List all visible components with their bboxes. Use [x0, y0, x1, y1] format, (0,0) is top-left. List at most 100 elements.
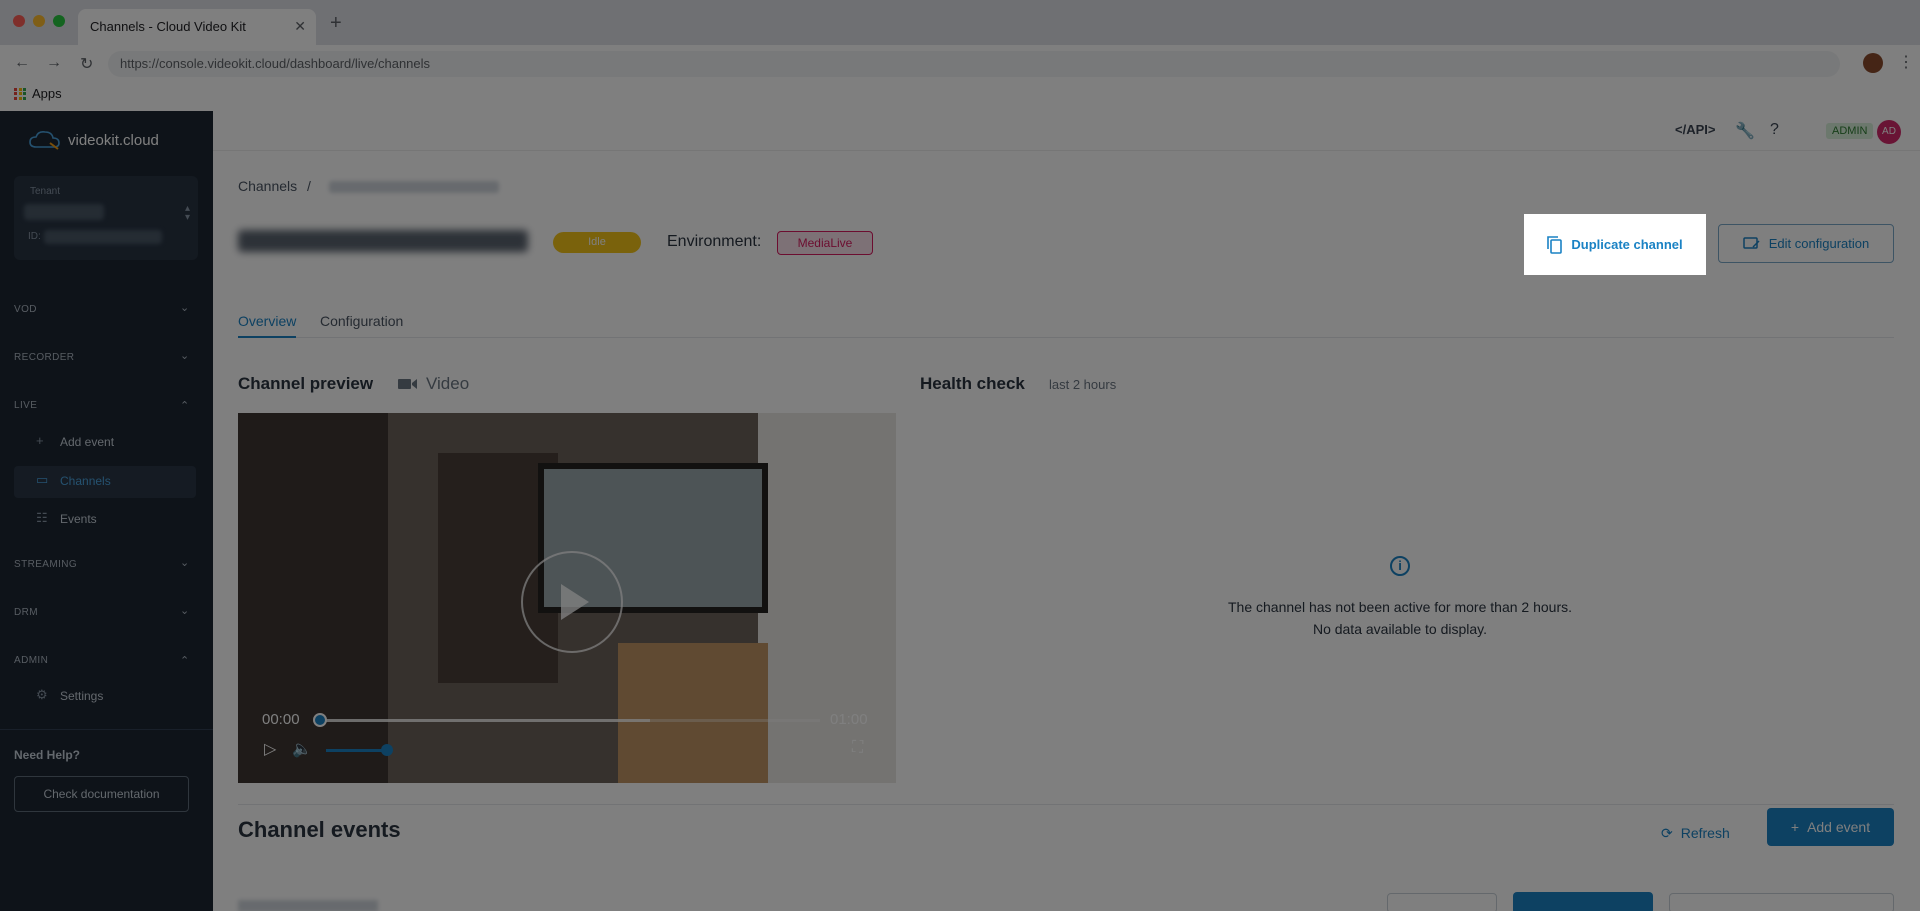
sidebar-item-channels[interactable]: ▭ Channels	[14, 466, 196, 498]
wrench-icon[interactable]: 🔧	[1735, 121, 1755, 141]
edit-configuration-button[interactable]: Edit configuration	[1718, 224, 1894, 263]
tenant-value-redacted	[24, 204, 104, 220]
active-tab-indicator	[238, 336, 296, 338]
chevron-down-icon[interactable]: ⌄	[180, 604, 189, 617]
video-frame	[238, 413, 388, 783]
play-icon[interactable]: ▷	[264, 739, 276, 759]
chevron-up-icon[interactable]: ⌃	[180, 399, 189, 412]
play-icon	[561, 584, 589, 620]
screen: Channels - Cloud Video Kit ✕ + ← → ↻ htt…	[0, 0, 1920, 911]
chevron-down-icon[interactable]: ⌄	[180, 349, 189, 362]
nav-section-recorder[interactable]: RECORDER	[14, 352, 74, 363]
close-window-button[interactable]	[13, 15, 25, 27]
total-time: 01:00	[830, 711, 868, 728]
edit-configuration-label: Edit configuration	[1768, 236, 1870, 251]
sidebar-divider	[0, 729, 213, 730]
plus-icon: +	[36, 433, 44, 448]
back-icon[interactable]: ←	[14, 54, 30, 72]
channel-events-title: Channel events	[238, 817, 401, 842]
nav-section-admin[interactable]: ADMIN	[14, 655, 48, 666]
nav-section-drm[interactable]: DRM	[14, 607, 38, 618]
api-link[interactable]: </API>	[1675, 122, 1715, 137]
bookmark-apps[interactable]: Apps	[14, 86, 62, 101]
sidebar-item-label: Events	[60, 512, 97, 526]
sidebar-item-events[interactable]: ☷ Events	[14, 504, 196, 536]
duplicate-channel-button[interactable]: Duplicate channel	[1524, 214, 1706, 275]
mute-icon[interactable]: 🔈	[292, 739, 312, 759]
sidebar-item-add-event[interactable]: + Add event	[14, 427, 196, 459]
tenant-id-redacted	[44, 230, 162, 244]
tenant-label: Tenant	[30, 186, 61, 197]
monitor-icon: ▭	[36, 472, 49, 487]
browser-tab[interactable]: Channels - Cloud Video Kit ✕	[78, 9, 316, 45]
section-divider	[238, 804, 1894, 805]
sidebar-item-settings[interactable]: ⚙ Settings	[14, 681, 196, 713]
help-title: Need Help?	[14, 748, 81, 762]
events-summary-redacted	[238, 900, 378, 911]
video-frame	[758, 413, 896, 783]
cloud-logo-icon	[29, 131, 60, 150]
chevron-down-icon[interactable]: ⌄	[180, 301, 189, 314]
check-documentation-button[interactable]: Check documentation	[14, 776, 189, 812]
seek-buffer	[320, 719, 650, 722]
video-frame	[618, 643, 768, 783]
address-bar[interactable]: https://console.videokit.cloud/dashboard…	[108, 51, 1840, 77]
breadcrumb: Channels /	[238, 178, 499, 194]
logo[interactable]: videokit.cloud	[28, 129, 159, 151]
copy-icon	[1547, 235, 1563, 254]
environment-label: Environment:	[667, 233, 762, 250]
breadcrumb-separator: /	[307, 178, 311, 194]
minimize-window-button[interactable]	[33, 15, 45, 27]
sidebar-item-label: Channels	[60, 474, 111, 488]
tenant-selector[interactable]: Tenant ID: ▴ ▾	[14, 176, 198, 260]
tenant-id-label: ID:	[28, 231, 41, 242]
events-action-button[interactable]	[1513, 892, 1653, 911]
seek-handle[interactable]	[313, 713, 327, 727]
breadcrumb-current-redacted	[328, 181, 499, 194]
video-camera-icon	[398, 379, 417, 389]
tab-overview[interactable]: Overview	[238, 313, 296, 329]
bookmark-apps-label: Apps	[32, 86, 62, 101]
role-badge: ADMIN	[1826, 123, 1874, 139]
nav-section-live[interactable]: LIVE	[14, 400, 37, 411]
plus-icon: +	[1790, 819, 1800, 835]
add-event-button[interactable]: + Add event	[1767, 808, 1894, 846]
reload-icon[interactable]: ↻	[80, 54, 93, 74]
health-range: last 2 hours	[1049, 377, 1117, 392]
duplicate-channel-label: Duplicate channel	[1571, 237, 1683, 252]
updown-chevron-icon: ▴ ▾	[184, 203, 190, 223]
user-avatar[interactable]: AD	[1877, 120, 1901, 144]
health-empty-message: The channel has not been active for more…	[1040, 596, 1760, 640]
chevron-down-icon[interactable]: ⌄	[180, 556, 189, 569]
close-tab-icon[interactable]: ✕	[294, 18, 306, 35]
health-message-line: The channel has not been active for more…	[1228, 599, 1572, 615]
help-icon[interactable]: ?	[1770, 121, 1779, 139]
apps-grid-icon	[14, 87, 26, 100]
channel-title-redacted	[238, 230, 528, 252]
tab-configuration[interactable]: Configuration	[320, 313, 403, 329]
refresh-button[interactable]: ⟳ Refresh	[1661, 815, 1751, 851]
breadcrumb-channels[interactable]: Channels	[238, 178, 297, 194]
current-time: 00:00	[262, 711, 300, 728]
video-player[interactable]: 00:00 01:00 ▷ 🔈 ⛶	[238, 413, 896, 783]
health-message-line: No data available to display.	[1312, 621, 1488, 637]
forward-icon[interactable]: →	[46, 54, 62, 72]
profile-avatar[interactable]	[1863, 53, 1883, 73]
play-overlay-button[interactable]	[521, 551, 623, 653]
events-search-input[interactable]	[1669, 893, 1894, 911]
info-icon: i	[1390, 556, 1410, 576]
sidebar-item-label: Add event	[60, 435, 115, 449]
list-icon: ☷	[36, 510, 48, 525]
browser-menu-icon[interactable]: ⋮	[1898, 52, 1914, 72]
volume-slider[interactable]	[326, 749, 386, 752]
new-tab-icon[interactable]: +	[330, 12, 342, 35]
nav-section-streaming[interactable]: STREAMING	[14, 559, 77, 570]
volume-handle[interactable]	[381, 744, 393, 756]
chevron-up-icon[interactable]: ⌃	[180, 654, 189, 667]
maximize-window-button[interactable]	[53, 15, 65, 27]
fullscreen-icon[interactable]: ⛶	[852, 739, 863, 757]
events-filter-button[interactable]	[1387, 893, 1497, 911]
nav-section-vod[interactable]: VOD	[14, 304, 37, 315]
environment-badge: MediaLive	[777, 231, 873, 255]
browser-tab-title: Channels - Cloud Video Kit	[90, 19, 246, 34]
